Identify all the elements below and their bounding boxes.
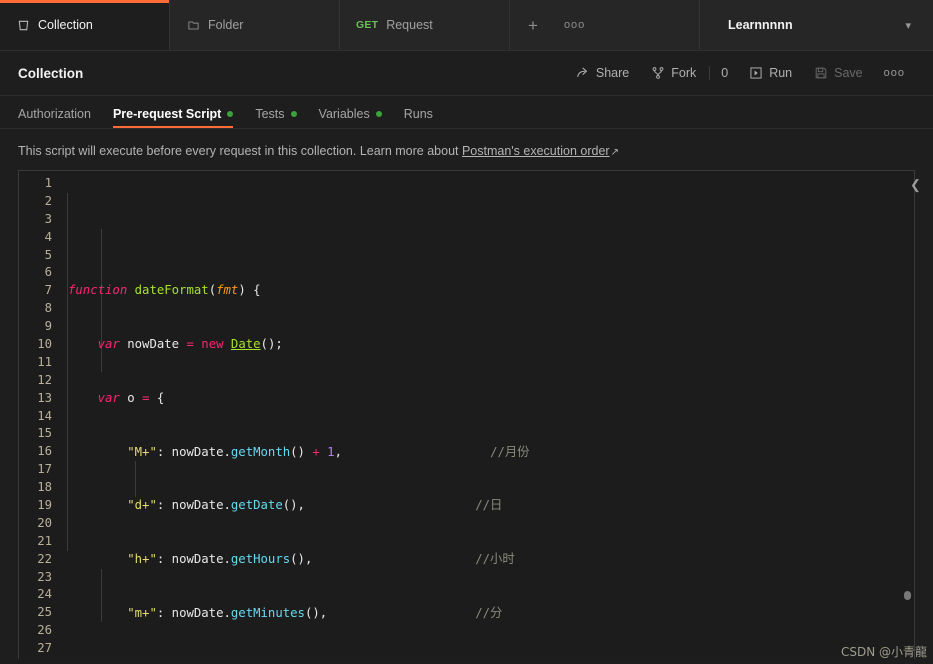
modified-dot-icon [375, 111, 382, 117]
line-number: 18 [37, 480, 52, 495]
collection-icon [16, 18, 30, 32]
line-number: 21 [37, 533, 52, 548]
header-more-button[interactable]: ooo [874, 67, 915, 79]
code-line: "m+": nowDate.getMinutes(), //分 [127, 605, 503, 620]
line-number: 14 [37, 408, 52, 423]
share-button[interactable]: Share [565, 62, 640, 84]
indent-guide [135, 461, 136, 497]
line-number: 16 [37, 444, 52, 459]
editor-vertical-scrollbar[interactable] [903, 173, 912, 657]
code-line: "s+": nowDate.getSeconds(), //秒 [68, 658, 914, 659]
modified-dot-icon [227, 111, 234, 117]
right-sidebar-panel: ❮ [898, 95, 933, 193]
line-number: 23 [37, 569, 52, 584]
line-number: 9 [44, 319, 52, 334]
run-button[interactable]: Run [738, 62, 803, 84]
new-tab-button[interactable]: + [528, 17, 538, 34]
line-number: 26 [37, 623, 52, 638]
line-number-gutter: 1 2 3 4 5 6 7 8 9 10 11 12 13 14 15 16 1… [19, 175, 61, 659]
fork-icon [651, 66, 665, 80]
line-number: 22 [37, 551, 52, 566]
line-number: 2 [44, 193, 52, 208]
run-icon [749, 66, 763, 80]
tab-runs[interactable]: Runs [404, 107, 433, 128]
share-label: Share [595, 66, 630, 80]
tab-variables[interactable]: Variables [319, 107, 382, 128]
run-label: Run [769, 66, 793, 80]
request-method-label: GET [356, 19, 379, 31]
tab-pre-request-script[interactable]: Pre-request Script [112, 107, 234, 128]
fork-count: 0 [709, 66, 738, 80]
code-line: "M+": nowDate.getMonth() + 1, //月份 [127, 444, 530, 459]
line-number: 8 [44, 301, 52, 316]
share-icon [576, 66, 590, 80]
tab-authorization[interactable]: Authorization [18, 107, 91, 128]
watermark: CSDN @小青龍 [840, 645, 927, 659]
page-title: Collection [18, 65, 84, 81]
tab-runs-label: Runs [403, 107, 433, 121]
chevron-left-icon[interactable]: ❮ [910, 177, 921, 193]
line-number: 10 [37, 337, 52, 352]
collection-header: Collection Share Fork 0 Run Save ooo [0, 51, 933, 96]
code-content[interactable]: function dateFormat(fmt) { var nowDate =… [61, 175, 914, 659]
code-line: var nowDate = new Date(); [97, 337, 283, 352]
line-number: 17 [37, 462, 52, 477]
code-line: "h+": nowDate.getHours(), //小时 [127, 551, 515, 566]
script-description-text: This script will execute before every re… [18, 144, 462, 158]
tab-tools: + ooo [510, 0, 700, 50]
line-number: 15 [37, 426, 52, 441]
line-number: 12 [37, 372, 52, 387]
tab-collection[interactable]: Collection [0, 0, 170, 50]
tab-folder[interactable]: Folder [170, 0, 340, 50]
line-number: 24 [37, 587, 52, 602]
tab-authorization-label: Authorization [18, 107, 91, 121]
modified-dot-icon [290, 111, 297, 117]
line-number: 6 [44, 265, 52, 280]
line-number: 25 [37, 605, 52, 620]
save-label: Save [834, 66, 863, 80]
line-number: 20 [37, 515, 52, 530]
line-number: 1 [44, 176, 52, 190]
fork-label: Fork [671, 66, 697, 80]
line-number: 27 [37, 641, 52, 656]
code-line: function dateFormat(fmt) { [68, 283, 261, 298]
tab-collection-label: Collection [38, 18, 93, 32]
tab-tests-label: Tests [255, 107, 285, 121]
line-number: 19 [37, 498, 52, 513]
save-icon [814, 66, 828, 80]
workspace-selector[interactable]: Learnnnnn ▾ [700, 0, 933, 50]
code-line: "d+": nowDate.getDate(), //日 [127, 498, 503, 513]
chevron-down-icon: ▾ [905, 19, 911, 32]
tab-bar: Collection Folder GET Request + ooo Lear… [0, 0, 933, 51]
tab-tests[interactable]: Tests [255, 107, 297, 128]
pre-request-script-editor[interactable]: 1 2 3 4 5 6 7 8 9 10 11 12 13 14 15 16 1… [18, 170, 915, 659]
save-button[interactable]: Save [803, 62, 874, 84]
tab-options-button[interactable]: ooo [564, 19, 585, 31]
script-description: This script will execute before every re… [0, 129, 933, 170]
execution-order-link[interactable]: Postman's execution order [462, 144, 610, 158]
tab-request[interactable]: GET Request [340, 0, 510, 50]
code-line: var o = { [97, 390, 165, 405]
editor-scrollbar-thumb[interactable] [904, 591, 911, 600]
tab-folder-label: Folder [208, 18, 244, 32]
folder-icon [186, 18, 200, 32]
tab-pre-request-script-label: Pre-request Script [112, 107, 222, 121]
header-actions: Share Fork 0 Run Save ooo [565, 62, 915, 84]
external-link-icon: ↗ [610, 147, 619, 158]
tab-variables-label: Variables [318, 107, 370, 121]
line-number: 11 [37, 354, 52, 369]
line-number: 5 [44, 247, 52, 262]
workspace-name: Learnnnnn [728, 18, 793, 32]
fork-button[interactable]: Fork [640, 62, 707, 84]
tab-request-label: Request [386, 18, 433, 32]
code-area[interactable]: 1 2 3 4 5 6 7 8 9 10 11 12 13 14 15 16 1… [19, 171, 914, 659]
line-number: 4 [44, 229, 52, 244]
line-number: 7 [44, 283, 52, 298]
line-number: 3 [44, 211, 52, 226]
collection-nav-tabs: Authorization Pre-request Script Tests V… [0, 96, 933, 129]
line-number: 13 [37, 390, 52, 405]
